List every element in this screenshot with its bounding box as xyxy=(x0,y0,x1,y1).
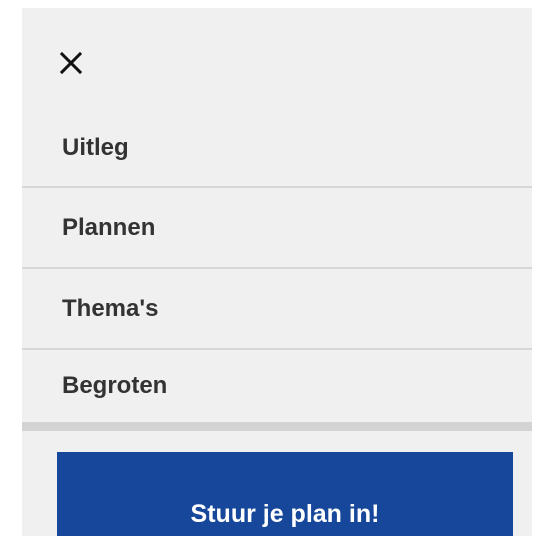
close-icon xyxy=(59,51,83,75)
menu-item-plannen[interactable]: Plannen xyxy=(22,188,532,269)
menu-item-themas[interactable]: Thema's xyxy=(22,269,532,350)
menu-item-uitleg[interactable]: Uitleg xyxy=(22,115,532,188)
mobile-menu-panel: Uitleg Plannen Thema's Begroten Stuur je… xyxy=(22,8,532,536)
menu-item-label: Plannen xyxy=(62,213,156,241)
submit-plan-button[interactable]: Stuur je plan in! xyxy=(57,452,513,536)
menu-item-begroten[interactable]: Begroten xyxy=(22,350,532,431)
menu-item-label: Thema's xyxy=(62,294,159,322)
menu-item-label: Begroten xyxy=(62,372,168,399)
close-button[interactable] xyxy=(58,50,84,76)
menu-nav-list: Uitleg Plannen Thema's Begroten xyxy=(22,115,532,431)
menu-item-label: Uitleg xyxy=(62,133,129,161)
